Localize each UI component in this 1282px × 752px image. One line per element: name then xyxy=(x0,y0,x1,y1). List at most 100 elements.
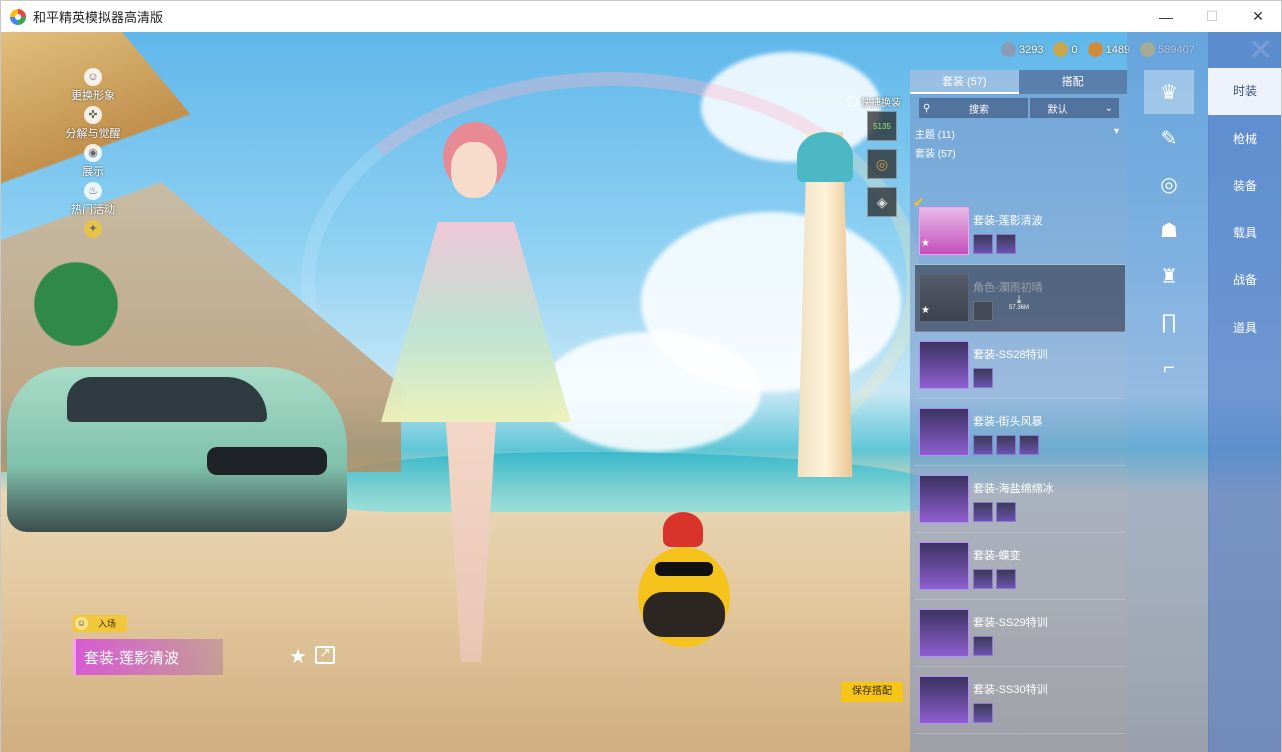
refresh-icon xyxy=(847,96,858,107)
currency-value: 0 xyxy=(1071,43,1078,56)
pet-model[interactable] xyxy=(633,512,733,662)
theme-filter[interactable]: 主题 (11) ▾ xyxy=(915,126,1119,141)
outfit-parts xyxy=(973,301,993,321)
spray-icon[interactable]: ✎ xyxy=(1144,116,1194,160)
maximize-button[interactable]: ☐ xyxy=(1189,1,1235,32)
list-item[interactable]: ✔ ★ 套装-莲影清波 xyxy=(913,194,1125,265)
part-thumbnail xyxy=(973,569,993,589)
left-menu-item-show[interactable]: ◉ 展示 xyxy=(61,144,125,182)
minimize-button[interactable]: — xyxy=(1143,1,1189,32)
list-item[interactable]: 套装-SS30特训 xyxy=(915,667,1125,734)
outfit-name: 套装-SS30特训 xyxy=(973,684,1048,696)
outfit-parts xyxy=(973,502,1016,522)
left-menu-label: 热门活动 xyxy=(71,204,115,216)
list-item[interactable]: ★ 角色-瀾雨初晴 ⤓ 57.36M xyxy=(915,265,1125,332)
category-guns[interactable]: 枪械 xyxy=(1208,116,1281,163)
search-input[interactable]: ⚲ 搜索 xyxy=(919,98,1028,118)
part-thumbnail xyxy=(996,569,1016,589)
item-type-column: ♛ ✎ ◎ ☗ ♜ ∏ ⌐ xyxy=(1127,32,1209,752)
category-vehicles[interactable]: 载具 xyxy=(1208,210,1281,257)
outfit-parts xyxy=(973,234,1016,254)
part-thumbnail xyxy=(973,502,993,522)
quick-swap-slot-1[interactable]: 5135 xyxy=(867,111,897,141)
triangle-down-icon: ▾ xyxy=(1113,126,1119,137)
lighthouse-top-decoration xyxy=(797,132,853,182)
part-thumbnail xyxy=(973,703,993,723)
download-indicator[interactable]: ⤓ 57.36M xyxy=(1009,295,1029,312)
diamond-icon: ◈ xyxy=(876,193,888,210)
shoes-icon[interactable]: ⌐ xyxy=(1144,346,1194,390)
quick-swap-slot-3[interactable]: ◈ xyxy=(867,187,897,217)
part-thumbnail xyxy=(973,301,993,321)
panel-tabs: 套装 (57) 搭配 xyxy=(910,70,1127,94)
tab-combos[interactable]: 搭配 xyxy=(1018,70,1127,94)
outfit-parts xyxy=(973,368,993,388)
part-thumbnail xyxy=(996,502,1016,522)
avatar-icon: ☺ xyxy=(84,68,102,86)
favorite-star-icon[interactable]: ★ xyxy=(289,644,307,669)
currency-value: 3293 xyxy=(1019,43,1044,56)
theme-label: 主题 (11) xyxy=(915,130,955,141)
outfit-parts xyxy=(973,703,993,723)
close-window-button[interactable]: ✕ xyxy=(1235,1,1281,32)
outfit-thumbnail xyxy=(919,542,969,590)
currency-uc: 3293 xyxy=(1001,42,1043,57)
outfit-name: 套装-SS28特训 xyxy=(973,349,1048,361)
shirt-icon[interactable]: ♜ xyxy=(1144,254,1194,298)
outfit-count: 套装 (57) xyxy=(915,149,956,160)
pants-icon[interactable]: ∏ xyxy=(1144,300,1194,344)
outfit-name: 套装-SS29特训 xyxy=(973,617,1048,629)
title-bar: 和平精英模拟器高清版 — ☐ ✕ xyxy=(1,1,1281,32)
fire-icon: ♨ xyxy=(84,182,102,200)
character-model[interactable] xyxy=(331,122,591,682)
list-item[interactable]: 套装-SS29特训 xyxy=(915,600,1125,667)
category-equipment[interactable]: 装备 xyxy=(1208,163,1281,210)
currency-coupon: 1489 xyxy=(1087,42,1130,57)
left-menu-item-split[interactable]: ✜ 分解与觉醒 xyxy=(61,106,125,144)
outfit-thumbnail xyxy=(919,676,969,724)
medal-icon: ◎ xyxy=(875,155,889,172)
left-menu-item-badge[interactable]: ✦ xyxy=(61,220,125,258)
outfit-icon[interactable]: ♛ xyxy=(1144,70,1194,114)
list-item[interactable]: 套装-街头风暴 xyxy=(915,399,1125,466)
smile-icon: ☺ xyxy=(75,617,88,630)
entrance-label: 入场 xyxy=(98,619,117,629)
window-controls: — ☐ ✕ xyxy=(1143,1,1281,32)
list-item[interactable]: 套装-蝶变 xyxy=(915,533,1125,600)
quick-swap-slot-2[interactable]: ◎ xyxy=(867,149,897,179)
left-menu: ☺ 更换形象 ✜ 分解与觉醒 ◉ 展示 ♨ 热门活动 ✦ xyxy=(61,68,125,258)
entrance-badge[interactable]: ☺ 入场 xyxy=(73,615,127,632)
left-menu-label: 更换形象 xyxy=(71,90,115,102)
quick-swap-label: 快捷换装 xyxy=(861,98,901,109)
left-menu-item-change-look[interactable]: ☺ 更换形象 xyxy=(61,68,125,106)
part-thumbnail xyxy=(973,234,993,254)
save-outfit-button[interactable]: 保存搭配 xyxy=(841,682,903,702)
part-thumbnail xyxy=(1019,435,1039,455)
goggles-icon[interactable]: ◎ xyxy=(1144,162,1194,206)
outfit-thumbnail xyxy=(919,609,969,657)
tab-outfits[interactable]: 套装 (57) xyxy=(910,70,1019,94)
quick-swap-slot-text: 5135 xyxy=(873,121,891,131)
checkmark-icon: ✔ xyxy=(913,194,925,210)
split-icon: ✜ xyxy=(84,106,102,124)
mask-icon[interactable]: ☗ xyxy=(1144,208,1194,252)
outfit-name: 套装-蝶变 xyxy=(973,550,1021,562)
list-item[interactable]: 套装-海盐绵绵冰 xyxy=(915,466,1125,533)
left-menu-item-hot[interactable]: ♨ 热门活动 xyxy=(61,182,125,220)
search-icon: ⚲ xyxy=(923,102,931,114)
sort-label: 默认 xyxy=(1047,104,1068,116)
star-icon: ★ xyxy=(921,238,930,249)
category-fashion[interactable]: 时装 xyxy=(1208,68,1281,115)
part-thumbnail xyxy=(996,234,1016,254)
quick-swap-header[interactable]: 快捷换装 xyxy=(847,94,901,109)
category-battle-prep[interactable]: 战备 xyxy=(1208,257,1281,304)
sort-dropdown[interactable]: 默认 ⌄ xyxy=(1029,98,1119,118)
category-items[interactable]: 道具 xyxy=(1208,305,1281,352)
list-item[interactable]: 套装-SS28特训 xyxy=(915,332,1125,399)
app-window: 和平精英模拟器高清版 — ☐ ✕ ☺ 更换形象 ✜ 分解与觉醒 ◉ 展示 ♨ 热… xyxy=(0,0,1282,752)
window-title: 和平精英模拟器高清版 xyxy=(33,10,164,25)
outfit-list: ✔ ★ 套装-莲影清波 ★ 角色-瀾雨初晴 ⤓ 57.36M 套装-SS28特训… xyxy=(913,194,1125,734)
share-icon[interactable] xyxy=(315,644,335,664)
outfit-thumbnail xyxy=(919,341,969,389)
app-logo-icon xyxy=(10,8,26,25)
